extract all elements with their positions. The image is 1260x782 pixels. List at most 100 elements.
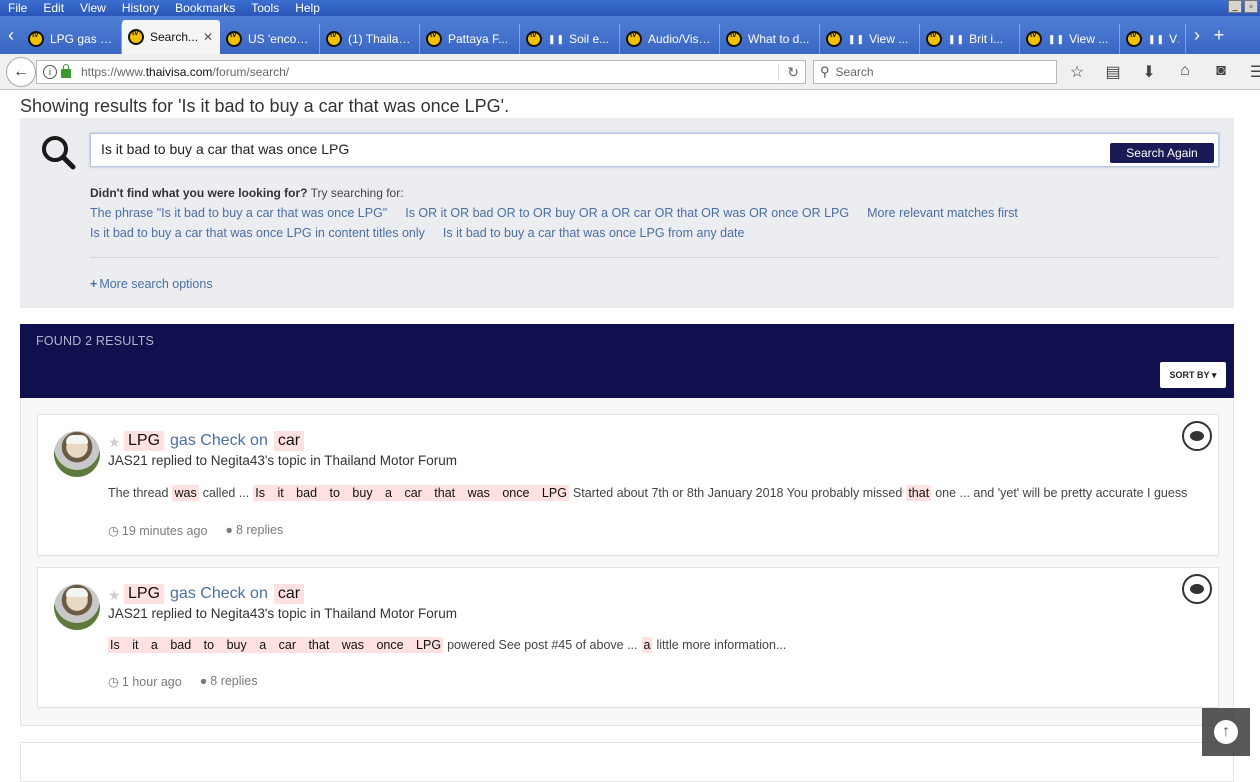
home-icon[interactable]: ⌂ — [1174, 62, 1196, 82]
thaivisa-favicon-icon — [926, 31, 942, 47]
thaivisa-favicon-icon — [1126, 31, 1142, 47]
more-search-options-link[interactable]: + More search options — [90, 277, 213, 291]
menu-help[interactable]: Help — [295, 1, 320, 15]
url-prefix: https://www. — [81, 65, 146, 79]
tab-item[interactable]: ❚❚Soil e... — [520, 24, 620, 54]
highlight-term: was — [172, 485, 199, 501]
result-snippet: Is it a bad to buy a car that was once L… — [108, 637, 786, 653]
browser-search-input[interactable]: ⚲ Search — [813, 60, 1057, 84]
lower-card — [20, 742, 1234, 782]
suggestion-relevance-link[interactable]: More relevant matches first — [867, 206, 1018, 220]
result-title-text: gas Check on — [170, 432, 268, 449]
result-stats: ◷ 19 minutes ago ● 8 replies — [108, 523, 283, 538]
pause-icon: ❚❚ — [948, 33, 966, 44]
sort-by-button[interactable]: SORT BY ▾ — [1160, 362, 1226, 388]
back-button[interactable]: ← — [6, 57, 36, 87]
tab-scroll-left-icon[interactable]: ‹ — [0, 16, 22, 54]
tab-item[interactable]: Pattaya F... — [420, 24, 520, 54]
pocket-icon[interactable]: ◙ — [1210, 62, 1232, 82]
download-icon[interactable]: ⬇ — [1138, 62, 1160, 82]
highlight-term: LPG — [124, 431, 165, 451]
suggestion-titles-only-link[interactable]: Is it bad to buy a car that was once LPG… — [90, 226, 425, 240]
menu-bar: File Edit View History Bookmarks Tools H… — [0, 0, 1260, 16]
result-title-link[interactable]: LPG gas Check on car — [124, 431, 305, 451]
tab-item[interactable]: ❚❚View ... — [1120, 24, 1186, 54]
result-item: ★ LPG gas Check on car JAS21 replied to … — [37, 414, 1219, 556]
menu-bookmarks[interactable]: Bookmarks — [175, 1, 235, 15]
comment-bubble-icon[interactable] — [1182, 421, 1212, 451]
back-arrow-icon: ← — [13, 63, 29, 80]
toolbar-icons: ☆ ▤ ⬇ ⌂ ◙ ☰ — [1066, 62, 1260, 82]
tab-label: Search... — [150, 30, 199, 44]
url-domain: thaivisa.com — [145, 65, 213, 79]
search-query-input[interactable]: Is it bad to buy a car that was once LPG… — [90, 133, 1219, 167]
close-tab-icon[interactable]: ✕ — [203, 30, 213, 44]
highlight-term: LPG — [124, 584, 165, 604]
plus-icon: + — [90, 277, 98, 291]
tab-item[interactable]: US 'encour... — [220, 24, 320, 54]
tab-item[interactable]: ❚❚View ... — [820, 24, 920, 54]
suggestion-any-date-link[interactable]: Is it bad to buy a car that was once LPG… — [443, 226, 745, 240]
search-icon: ⚲ — [820, 64, 830, 79]
suggestions-row-1: The phrase "Is it bad to buy a car that … — [90, 206, 1018, 220]
tab-label: (1) Thailan... — [348, 32, 413, 46]
tab-label: What to d... — [748, 32, 810, 46]
navigation-bar: ← i https://www.thaivisa.com/forum/searc… — [0, 54, 1260, 90]
snippet-text: powered See post #45 of above ... — [447, 638, 638, 652]
menu-view[interactable]: View — [80, 1, 106, 15]
result-time[interactable]: ◷ 19 minutes ago — [108, 523, 207, 538]
result-title-text: gas Check on — [170, 585, 268, 602]
tab-label: View ... — [869, 32, 909, 46]
snippet-text: one ... and 'yet' will be pretty accurat… — [935, 486, 1188, 500]
tab-item[interactable]: ❚❚View ... — [1020, 24, 1120, 54]
pause-icon: ❚❚ — [1148, 33, 1166, 44]
result-replies: ● 8 replies — [200, 674, 258, 689]
showing-results-heading: Showing results for 'Is it bad to buy a … — [20, 96, 510, 116]
reload-icon[interactable]: ↻ — [778, 64, 799, 81]
result-time[interactable]: ◷ 1 hour ago — [108, 674, 182, 689]
tab-item[interactable]: What to d... — [720, 24, 820, 54]
tab-item-active[interactable]: Search... ✕ — [122, 20, 220, 54]
tab-item[interactable]: (1) Thailan... — [320, 24, 420, 54]
search-again-button[interactable]: Search Again — [1110, 143, 1214, 163]
avatar[interactable] — [54, 431, 100, 477]
suggestion-or-terms-link[interactable]: Is OR it OR bad OR to OR buy OR a OR car… — [405, 206, 849, 220]
info-icon[interactable]: i — [43, 65, 57, 79]
thaivisa-favicon-icon — [426, 31, 442, 47]
reading-list-icon[interactable]: ▤ — [1102, 62, 1124, 82]
menu-file[interactable]: File — [8, 1, 27, 15]
menu-tools[interactable]: Tools — [251, 1, 279, 15]
tab-label: View ... — [1069, 32, 1109, 46]
highlight-phrase: Is it a bad to buy a car that was once L… — [108, 637, 444, 653]
url-bar[interactable]: i https://www.thaivisa.com/forum/search/… — [36, 60, 806, 84]
search-icon — [42, 136, 76, 170]
page-content: Showing results for 'Is it bad to buy a … — [0, 90, 1260, 782]
minimize-icon[interactable]: _ — [1228, 0, 1242, 13]
tab-label: Soil e... — [569, 32, 610, 46]
snippet-text: called ... — [202, 486, 250, 500]
comment-icon: ● — [199, 674, 208, 688]
tab-item[interactable]: ❚❚Brit i... — [920, 24, 1020, 54]
tab-strip: ‹ LPG gas C... Search...✕ US 'encour... … — [0, 16, 1260, 54]
comment-bubble-icon[interactable] — [1182, 574, 1212, 604]
result-meta: JAS21 replied to Negita43's topic in Tha… — [108, 453, 458, 468]
scroll-to-top-button[interactable]: ↑ — [1202, 708, 1250, 756]
bookmark-star-icon[interactable]: ☆ — [1066, 62, 1088, 82]
suggestion-exact-phrase-link[interactable]: The phrase "Is it bad to buy a car that … — [90, 206, 387, 220]
more-search-options-label: More search options — [99, 277, 213, 291]
menu-edit[interactable]: Edit — [43, 1, 64, 15]
highlight-term: car — [273, 584, 305, 604]
avatar[interactable] — [54, 584, 100, 630]
result-title-link[interactable]: LPG gas Check on car — [124, 584, 305, 604]
clock-icon: ◷ — [108, 524, 119, 538]
menu-history[interactable]: History — [122, 1, 159, 15]
tab-scroll-right-icon[interactable]: › — [1186, 16, 1208, 54]
didnt-find-text: Didn't find what you were looking for? T… — [90, 186, 404, 200]
tab-item[interactable]: Audio/Visu... — [620, 24, 720, 54]
divider — [90, 257, 1219, 258]
menu-hamburger-icon[interactable]: ☰ — [1246, 62, 1260, 82]
restore-icon[interactable]: ▫ — [1244, 0, 1258, 13]
new-tab-icon[interactable]: + — [1208, 16, 1230, 54]
found-results-count: FOUND 2 RESULTS — [36, 334, 155, 348]
tab-item[interactable]: LPG gas C... — [22, 24, 122, 54]
